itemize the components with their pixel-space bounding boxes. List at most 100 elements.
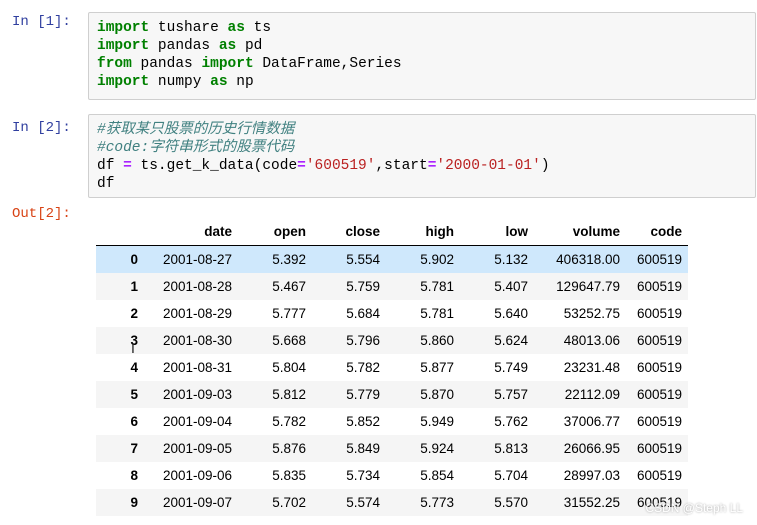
column-header: close	[345, 224, 380, 239]
code-token: ts.get_k_data(code	[131, 158, 298, 174]
input-prompt-2: In [2]:	[12, 120, 71, 136]
code-editor-2[interactable]: #获取某只股票的历史行情数据 #code:字符串形式的股票代码 df = ts.ge…	[88, 114, 756, 198]
row-index: 4	[130, 360, 138, 375]
code-token: DataFrame,Series	[253, 56, 402, 72]
code-token: numpy	[149, 74, 211, 90]
table-cell: 5.762	[494, 414, 528, 429]
row-index: 5	[130, 387, 138, 402]
table-cell: 53252.75	[563, 306, 620, 321]
code-token: tushare	[149, 20, 228, 36]
row-index: 7	[130, 441, 138, 456]
code-token: pandas	[131, 56, 202, 72]
code-token: ts	[244, 20, 272, 36]
table-cell: 5.467	[272, 279, 306, 294]
table-cell: 5.668	[272, 333, 306, 348]
code-token: as	[227, 20, 245, 36]
table-cell: 5.570	[494, 495, 528, 510]
code-token: import	[201, 56, 254, 72]
code-line: df = ts.get_k_data(code='600519',start='…	[97, 157, 747, 175]
row-index: 1	[130, 279, 138, 294]
table-cell: 5.902	[420, 252, 454, 267]
table-cell: 26066.95	[563, 441, 620, 456]
table-cell: 600519	[636, 279, 682, 294]
table-cell: 5.924	[420, 441, 454, 456]
row-index: 6	[130, 414, 138, 429]
table-cell: 600519	[636, 306, 682, 321]
watermark: CSDN @Steph LL	[645, 501, 743, 515]
code-token: from	[97, 56, 132, 72]
table-row: 8 2001-09-06 5.835 5.734 5.854 5.704 28997.03 6…	[96, 462, 688, 489]
table-row: 9 2001-09-07 5.702 5.574 5.773 5.570 31552.25 6…	[96, 489, 688, 516]
table-cell: 600519	[636, 252, 682, 267]
table-header: date open close high low volume code	[96, 218, 688, 246]
table-cell: 5.812	[272, 387, 306, 402]
table-cell: 129647.79	[556, 279, 620, 294]
code-token: df	[97, 158, 124, 174]
code-line: df	[97, 175, 747, 193]
code-token: df	[97, 176, 115, 192]
code-editor-1[interactable]: import tushare as ts import pandas as pd f…	[88, 12, 756, 100]
code-token: import	[97, 20, 150, 36]
table-cell: 5.870	[420, 387, 454, 402]
dataframe-table: date open close high low volume code 0 2001-08-…	[96, 218, 688, 516]
column-header	[96, 218, 144, 246]
table-cell: 31552.25	[563, 495, 620, 510]
code-line: #code:字符串形式的股票代码	[97, 139, 747, 157]
table-cell: 5.392	[272, 252, 306, 267]
table-cell: 2001-08-29	[162, 306, 232, 321]
table-cell: 5.796	[346, 333, 380, 348]
table-cell: 5.779	[346, 387, 380, 402]
table-cell: 5.782	[346, 360, 380, 375]
table-cell: 5.849	[346, 441, 380, 456]
column-header: volume	[572, 224, 620, 239]
table-cell: 600519	[636, 441, 682, 456]
column-header: open	[273, 224, 306, 239]
table-cell: 5.854	[420, 468, 454, 483]
table-cell: 5.684	[346, 306, 380, 321]
table-cell: 5.876	[272, 441, 306, 456]
code-token: =	[297, 158, 306, 174]
table-cell: 600519	[636, 360, 682, 375]
table-cell: 5.852	[346, 414, 380, 429]
table-cell: 5.624	[494, 333, 528, 348]
table-cell: 5.734	[346, 468, 380, 483]
table-cell: 5.132	[494, 252, 528, 267]
code-line: import tushare as ts	[97, 19, 747, 37]
table-cell: 22112.09	[564, 387, 620, 402]
table-row: 6 2001-09-04 5.782 5.852 5.949 5.762 37006.77 6…	[96, 408, 688, 435]
table-cell: 2001-09-07	[162, 495, 232, 510]
table-cell: 600519	[636, 333, 682, 348]
table-cell: 2001-09-05	[162, 441, 232, 456]
table-cell: 5.782	[272, 414, 306, 429]
table-cell: 5.777	[272, 306, 306, 321]
table-cell: 2001-08-30	[162, 333, 232, 348]
code-token: pandas	[149, 38, 219, 54]
table-cell: 5.704	[494, 468, 528, 483]
table-body: 0 2001-08-27 5.392 5.554 5.902 5.132 406318.00…	[96, 245, 688, 516]
table-cell: 28997.03	[563, 468, 620, 483]
code-token: ,start	[375, 158, 428, 174]
code-token: as	[218, 38, 237, 54]
table-cell: 5.640	[494, 306, 528, 321]
table-cell: 2001-09-03	[162, 387, 232, 402]
table-row: 2 2001-08-29 5.777 5.684 5.781 5.640 53252.75 6…	[96, 300, 688, 327]
table-cell: 406318.00	[556, 252, 620, 267]
output-prompt-2: Out[2]:	[12, 206, 71, 222]
table-cell: 5.407	[494, 279, 528, 294]
table-cell: 5.781	[420, 279, 454, 294]
code-token: import	[97, 74, 150, 90]
text-cursor-icon: I	[131, 340, 135, 356]
code-line: from pandas import DataFrame,Series	[97, 55, 747, 73]
table-cell: 48013.06	[563, 333, 620, 348]
table-cell: 5.781	[420, 306, 454, 321]
code-token: =	[123, 158, 132, 174]
table-cell: 2001-09-06	[162, 468, 232, 483]
code-token: #code:字符串形式的股票代码	[97, 140, 295, 156]
code-token: np	[227, 74, 254, 90]
code-token: pd	[236, 38, 263, 54]
table-cell: 5.757	[494, 387, 528, 402]
code-token: )	[540, 158, 550, 174]
code-line: import pandas as pd	[97, 37, 747, 55]
table-cell: 5.702	[272, 495, 306, 510]
table-cell: 5.554	[346, 252, 380, 267]
